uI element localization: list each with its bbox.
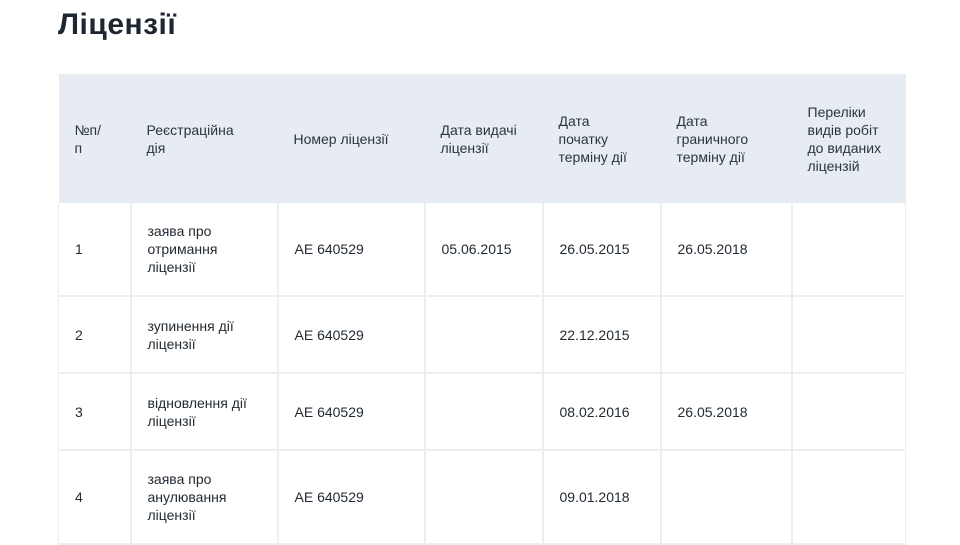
cell-end-date [659,296,792,374]
cell-start-date: 09.01.2018 [541,450,661,545]
cell-number: 2 [58,296,131,374]
licenses-table: №п/п Реєстраційна дія Номер ліцензії Дат… [58,74,906,545]
header-work-types: Переліки видів робіт до виданих ліцензій [791,74,906,203]
cell-number: 3 [58,373,131,451]
cell-license-number: АЕ 640529 [276,450,425,545]
licenses-table-container: №п/п Реєстраційна дія Номер ліцензії Дат… [58,74,906,545]
table-row: 1 заява про отримання ліцензії АЕ 640529… [58,203,906,297]
header-registration-action: Реєстраційна дія [130,74,278,203]
cell-work-types [790,373,906,451]
header-issue-date: Дата видачі ліцензії [424,74,543,203]
cell-registration-action: заява про анулювання ліцензії [129,450,278,545]
cell-start-date: 22.12.2015 [541,296,661,374]
cell-registration-action: заява про отримання ліцензії [129,203,278,297]
cell-issue-date: 05.06.2015 [423,203,543,297]
cell-issue-date [423,296,543,374]
table-header-row: №п/п Реєстраційна дія Номер ліцензії Дат… [58,74,906,203]
page-title: Ліцензії [58,8,177,41]
header-license-number: Номер ліцензії [277,74,425,203]
table-row: 4 заява про анулювання ліцензії АЕ 64052… [58,450,906,545]
header-start-date: Дата початку терміну дії [542,74,661,203]
cell-license-number: АЕ 640529 [276,373,425,451]
cell-start-date: 26.05.2015 [541,203,661,297]
cell-registration-action: відновлення дії ліцензії [129,373,278,451]
cell-end-date: 26.05.2018 [659,203,792,297]
header-end-date: Дата граничного терміну дії [660,74,792,203]
cell-work-types [790,296,906,374]
cell-license-number: АЕ 640529 [276,296,425,374]
cell-start-date: 08.02.2016 [541,373,661,451]
cell-work-types [790,450,906,545]
cell-number: 4 [58,450,131,545]
header-number: №п/п [58,74,131,203]
cell-number: 1 [58,203,131,297]
cell-end-date [659,450,792,545]
cell-end-date: 26.05.2018 [659,373,792,451]
cell-work-types [790,203,906,297]
cell-issue-date [423,373,543,451]
cell-issue-date [423,450,543,545]
cell-license-number: АЕ 640529 [276,203,425,297]
table-row: 3 відновлення дії ліцензії АЕ 640529 08.… [58,373,906,451]
cell-registration-action: зупинення дії ліцензії [129,296,278,374]
table-row: 2 зупинення дії ліцензії АЕ 640529 22.12… [58,296,906,374]
